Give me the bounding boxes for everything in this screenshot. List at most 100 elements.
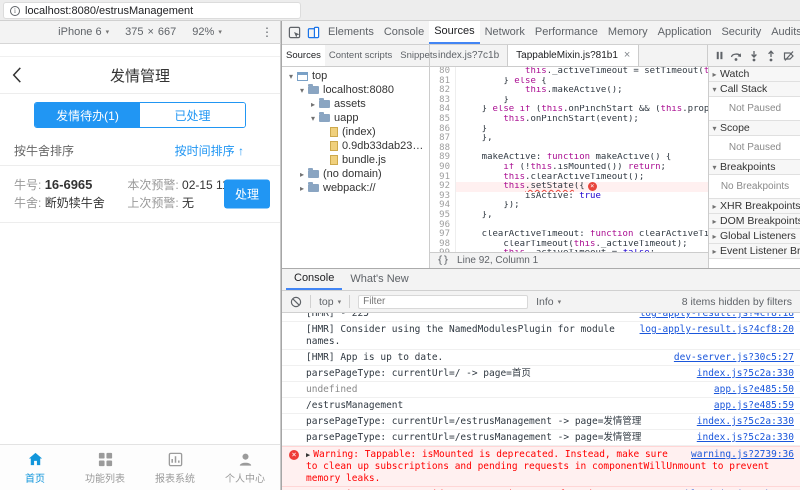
debugger-section-xhr-breakpoints[interactable]: ▸ XHR Breakpoints — [709, 199, 800, 214]
debugger-section-event-listener-breakpoints[interactable]: ▸Event Listener Breakpoints — [709, 244, 800, 259]
tree-expand-icon[interactable]: ▸ — [297, 184, 307, 193]
debugger-section-dom-breakpoints[interactable]: ▸ DOM Breakpoints — [709, 214, 800, 229]
toggle-device-toolbar-icon[interactable] — [307, 26, 320, 39]
tab-whats-new[interactable]: What's New — [342, 269, 416, 290]
code-editor[interactable]: 80 this._activeTimeout = setTimeout(this… — [430, 67, 708, 252]
editor-tab-index[interactable]: index.js?7c1b — [430, 45, 509, 66]
page-info-icon[interactable]: i — [10, 5, 20, 16]
tab-processed[interactable]: 已处理 — [140, 103, 245, 127]
tab-console[interactable]: Console — [286, 269, 343, 290]
expand-triangle-icon[interactable]: ▶ — [306, 451, 310, 459]
console-source-link[interactable]: log-apply-result.js?4cf8:18 — [640, 313, 794, 320]
console-source-link[interactable]: dev-server.js?30c5:27 — [674, 352, 794, 364]
tabbar-item-home[interactable]: 首页 — [0, 445, 70, 490]
tree-item[interactable]: ▸ (no domain) — [282, 167, 429, 181]
tabbar-item-report[interactable]: 报表系统 — [140, 445, 210, 490]
tree-expand-icon[interactable]: ▾ — [286, 72, 296, 81]
url-text[interactable]: localhost:8080/estrusManagement — [25, 5, 193, 17]
debugger-section-scope[interactable]: ▾ Scope — [709, 121, 800, 136]
code-text: this.onPinchStart(event); — [503, 114, 639, 124]
clear-console-icon[interactable] — [290, 296, 302, 308]
debugger-section-watch[interactable]: ▸ Watch — [709, 67, 800, 82]
tree-expand-icon[interactable]: ▾ — [308, 114, 318, 123]
field-label: 本次预警: — [127, 178, 179, 192]
code-line: 96 — [430, 220, 708, 231]
editor-tab-strip: index.js?7c1b TappableMixin.js?81b1 × — [430, 45, 640, 66]
close-icon[interactable]: × — [624, 45, 630, 66]
navigator-tab-content-scripts[interactable]: Content scripts — [325, 45, 396, 66]
sort-by-time[interactable]: 按时间排序 ↑ — [175, 142, 244, 159]
device-select[interactable]: iPhone 6 ▾ — [58, 26, 109, 38]
device-width-field[interactable]: 375 — [125, 26, 143, 38]
devtools-tab-performance[interactable]: Performance — [530, 21, 603, 44]
sort-by-barn[interactable]: 按牛舍排序 — [14, 142, 74, 159]
deactivate-breakpoints-icon[interactable] — [783, 50, 795, 62]
tree-item[interactable]: ▸ webpack:// — [282, 181, 429, 195]
pretty-print-icon[interactable]: {} — [437, 255, 449, 266]
tree-item[interactable]: ▾ top — [282, 69, 429, 83]
console-source-link[interactable]: warning.js?2739:36 — [691, 449, 794, 461]
device-height-field[interactable]: 667 — [158, 26, 176, 38]
handle-button[interactable]: 处理 — [223, 179, 270, 209]
console-message-text: undefined — [306, 384, 358, 395]
code-text: } — [460, 124, 488, 134]
tree-item[interactable]: (index) — [282, 125, 429, 139]
tree-label: (no domain) — [323, 168, 382, 180]
devtools-tab-elements[interactable]: Elements — [323, 21, 379, 44]
screen: i localhost:8080/estrusManagement iPhone… — [0, 0, 800, 490]
navigator-tab-sources[interactable]: Sources — [282, 45, 325, 66]
filter-input[interactable] — [358, 294, 529, 309]
tree-expand-icon[interactable]: ▸ — [308, 100, 318, 109]
devtools-tab-network[interactable]: Network — [480, 21, 530, 44]
devtools-tab-audits[interactable]: Audits — [766, 21, 800, 44]
devtools-tab-sources[interactable]: Sources — [429, 21, 480, 44]
tree-expand-icon: ▸ — [712, 217, 717, 226]
tree-item[interactable]: ▸ assets — [282, 97, 429, 111]
devtools-tab-application[interactable]: Application — [653, 21, 717, 44]
console-source-link[interactable]: log-apply-result.js?4cf8:20 — [640, 324, 794, 336]
code-line: 84 } else if (this.onPinchStart && (this… — [430, 105, 708, 115]
list-item[interactable]: 牛号: 16-6965 本次预警: 02-15 11:37 牛舍: 断奶犊牛舍 … — [0, 166, 280, 223]
tab-pending[interactable]: 发情待办(1) — [35, 103, 140, 127]
debugger-section-breakpoints[interactable]: ▾ Breakpoints — [709, 160, 800, 175]
devtools-tab-console[interactable]: Console — [379, 21, 429, 44]
zoom-select[interactable]: 92% ▾ — [192, 26, 222, 38]
field-label: 牛号: — [14, 178, 42, 192]
console-source-link[interactable]: index.js?5c2a:330 — [697, 368, 794, 380]
step-into-icon[interactable] — [748, 50, 760, 62]
tree-item[interactable]: 0.9db33dab2362162904d8.hot-… — [282, 139, 429, 153]
tree-item[interactable]: bundle.js — [282, 153, 429, 167]
error-icon[interactable]: × — [587, 182, 597, 192]
tree-expand-icon[interactable]: ▸ — [297, 170, 307, 179]
console-source-link[interactable]: app.js?e485:50 — [714, 384, 794, 396]
console-source-link[interactable]: app.js?e485:59 — [714, 400, 794, 412]
context-selector[interactable]: top ▾ — [319, 296, 341, 308]
code-line: 81 } else { — [430, 76, 708, 87]
tabbar-item-grid[interactable]: 功能列表 — [70, 445, 140, 490]
devtools-tab-security[interactable]: Security — [716, 21, 766, 44]
log-level-selector[interactable]: Info ▾ — [536, 296, 561, 308]
chevron-down-icon: ▾ — [337, 298, 342, 306]
step-out-icon[interactable] — [765, 49, 777, 62]
debugger-section-body: Not Paused — [709, 136, 800, 160]
console-source-link[interactable]: index.js?5c2a:330 — [697, 432, 794, 444]
devtools-tab-memory[interactable]: Memory — [603, 21, 653, 44]
console-message-text: /estrusManagement — [306, 400, 404, 411]
tree-item[interactable]: ▾ localhost:8080 — [282, 83, 429, 97]
code-text: this.makeActive(); — [525, 86, 623, 96]
tree-item[interactable]: ▾ uapp — [282, 111, 429, 125]
debugger-section-global-listeners[interactable]: ▸ Global Listeners — [709, 229, 800, 244]
back-button[interactable] — [12, 67, 22, 84]
tree-expand-icon[interactable]: ▾ — [297, 86, 307, 95]
console-source-link[interactable]: index.js?5c2a:330 — [697, 416, 794, 428]
tabbar-item-user[interactable]: 个人中心 — [210, 445, 280, 490]
debugger-section-call-stack[interactable]: ▾ Call Stack — [709, 82, 800, 97]
inspect-element-icon[interactable] — [288, 26, 301, 39]
omnibox[interactable]: i localhost:8080/estrusManagement — [3, 2, 301, 19]
page-title: 发情管理 — [109, 67, 170, 85]
code-line: 93 isActive: true — [430, 191, 708, 202]
step-over-icon[interactable] — [730, 50, 742, 62]
device-toolbar-menu-icon[interactable]: ⋮ — [261, 25, 273, 39]
pause-icon[interactable] — [714, 50, 725, 61]
editor-tab-tappablemixin[interactable]: TappableMixin.js?81b1 × — [508, 45, 640, 66]
